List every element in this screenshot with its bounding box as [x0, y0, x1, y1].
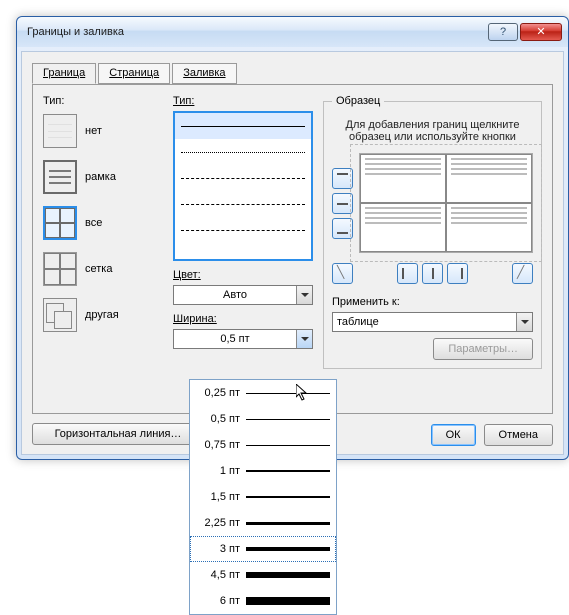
width-option[interactable]: 1,5 пт	[190, 484, 336, 510]
preview-sample[interactable]	[359, 153, 533, 253]
cancel-button[interactable]: Отмена	[484, 424, 553, 446]
linestyle-solid[interactable]	[175, 113, 311, 139]
apply-value: таблице	[333, 316, 516, 328]
width-option[interactable]: 6 пт	[190, 588, 336, 614]
dialog-actions: ОК Отмена	[431, 424, 553, 446]
setting-label: Тип:	[43, 95, 163, 107]
setting-column: Тип: нет рамка все сетк	[43, 95, 163, 369]
options-button: Параметры…	[433, 338, 533, 360]
setting-none-label: нет	[85, 125, 102, 137]
setting-none-icon	[43, 114, 77, 148]
border-bottom-button[interactable]	[332, 218, 353, 239]
setting-all-label: все	[85, 217, 102, 229]
preview-group: Образец Для добавления границ щелкните о…	[323, 95, 542, 369]
border-diag-up-button[interactable]	[512, 263, 533, 284]
setting-custom-label: другая	[85, 309, 119, 321]
width-value: 0,5 пт	[174, 333, 296, 345]
horizontal-line-button[interactable]: Горизонтальная линия…	[32, 423, 204, 445]
style-column: Тип: Цвет: Авто Ширина:	[173, 95, 313, 369]
border-hmiddle-button[interactable]	[332, 193, 353, 214]
linestyle-dotted[interactable]	[175, 139, 311, 165]
help-button[interactable]: ?	[488, 23, 518, 41]
setting-grid[interactable]: сетка	[43, 249, 163, 289]
linestyle-label: Тип:	[173, 95, 313, 107]
width-option[interactable]: 0,75 пт	[190, 432, 336, 458]
color-value: Авто	[174, 289, 296, 301]
setting-grid-label: сетка	[85, 263, 112, 275]
tab-fill[interactable]: Заливка	[172, 63, 236, 84]
width-option[interactable]: 1 пт	[190, 458, 336, 484]
setting-grid-icon	[43, 252, 77, 286]
linestyle-dashdot[interactable]	[175, 217, 311, 243]
width-option-selected[interactable]: 3 пт	[190, 536, 336, 562]
chevron-down-icon	[516, 313, 532, 331]
apply-label: Применить к:	[332, 296, 533, 308]
window-title: Границы и заливка	[23, 26, 486, 38]
border-left-button[interactable]	[397, 263, 418, 284]
preview-hint: Для добавления границ щелкните образец и…	[332, 119, 533, 143]
setting-box-label: рамка	[85, 171, 116, 183]
linestyle-dashed-fine[interactable]	[175, 165, 311, 191]
preview-column: Образец Для добавления границ щелкните о…	[323, 95, 542, 369]
setting-custom[interactable]: другая	[43, 295, 163, 335]
setting-all[interactable]: все	[43, 203, 163, 243]
apply-section: Применить к: таблице Параметры…	[332, 296, 533, 360]
chevron-down-icon	[296, 286, 312, 304]
close-button[interactable]: ✕	[520, 23, 562, 41]
setting-box[interactable]: рамка	[43, 157, 163, 197]
border-vmiddle-button[interactable]	[422, 263, 443, 284]
color-combo[interactable]: Авто	[173, 285, 313, 305]
panel: Тип: нет рамка все сетк	[32, 84, 553, 414]
width-option[interactable]: 2,25 пт	[190, 510, 336, 536]
tab-strip: Граница Страница Заливка	[32, 62, 553, 84]
width-option[interactable]: 4,5 пт	[190, 562, 336, 588]
border-diag-down-button[interactable]	[332, 263, 353, 284]
border-right-button[interactable]	[447, 263, 468, 284]
ok-button[interactable]: ОК	[431, 424, 476, 446]
width-label: Ширина:	[173, 313, 313, 325]
width-combo[interactable]: 0,5 пт	[173, 329, 313, 349]
width-option[interactable]: 0,5 пт	[190, 406, 336, 432]
setting-all-icon	[43, 206, 77, 240]
apply-combo[interactable]: таблице	[332, 312, 533, 332]
preview-area	[332, 153, 533, 253]
border-top-button[interactable]	[332, 168, 353, 189]
setting-none[interactable]: нет	[43, 111, 163, 151]
preview-legend: Образец	[332, 95, 384, 107]
width-option[interactable]: 0,25 пт	[190, 380, 336, 406]
linestyle-list[interactable]	[173, 111, 313, 261]
dialog-window: Границы и заливка ? ✕ Граница Страница З…	[16, 16, 569, 460]
setting-box-icon	[43, 160, 77, 194]
edge-buttons-vertical	[332, 168, 353, 239]
chevron-down-icon	[296, 330, 312, 348]
setting-custom-icon	[43, 298, 77, 332]
tab-page[interactable]: Страница	[98, 63, 170, 84]
titlebar: Границы и заливка ? ✕	[17, 17, 568, 47]
linestyle-dashed[interactable]	[175, 191, 311, 217]
tab-border[interactable]: Граница	[32, 63, 96, 84]
color-label: Цвет:	[173, 269, 313, 281]
